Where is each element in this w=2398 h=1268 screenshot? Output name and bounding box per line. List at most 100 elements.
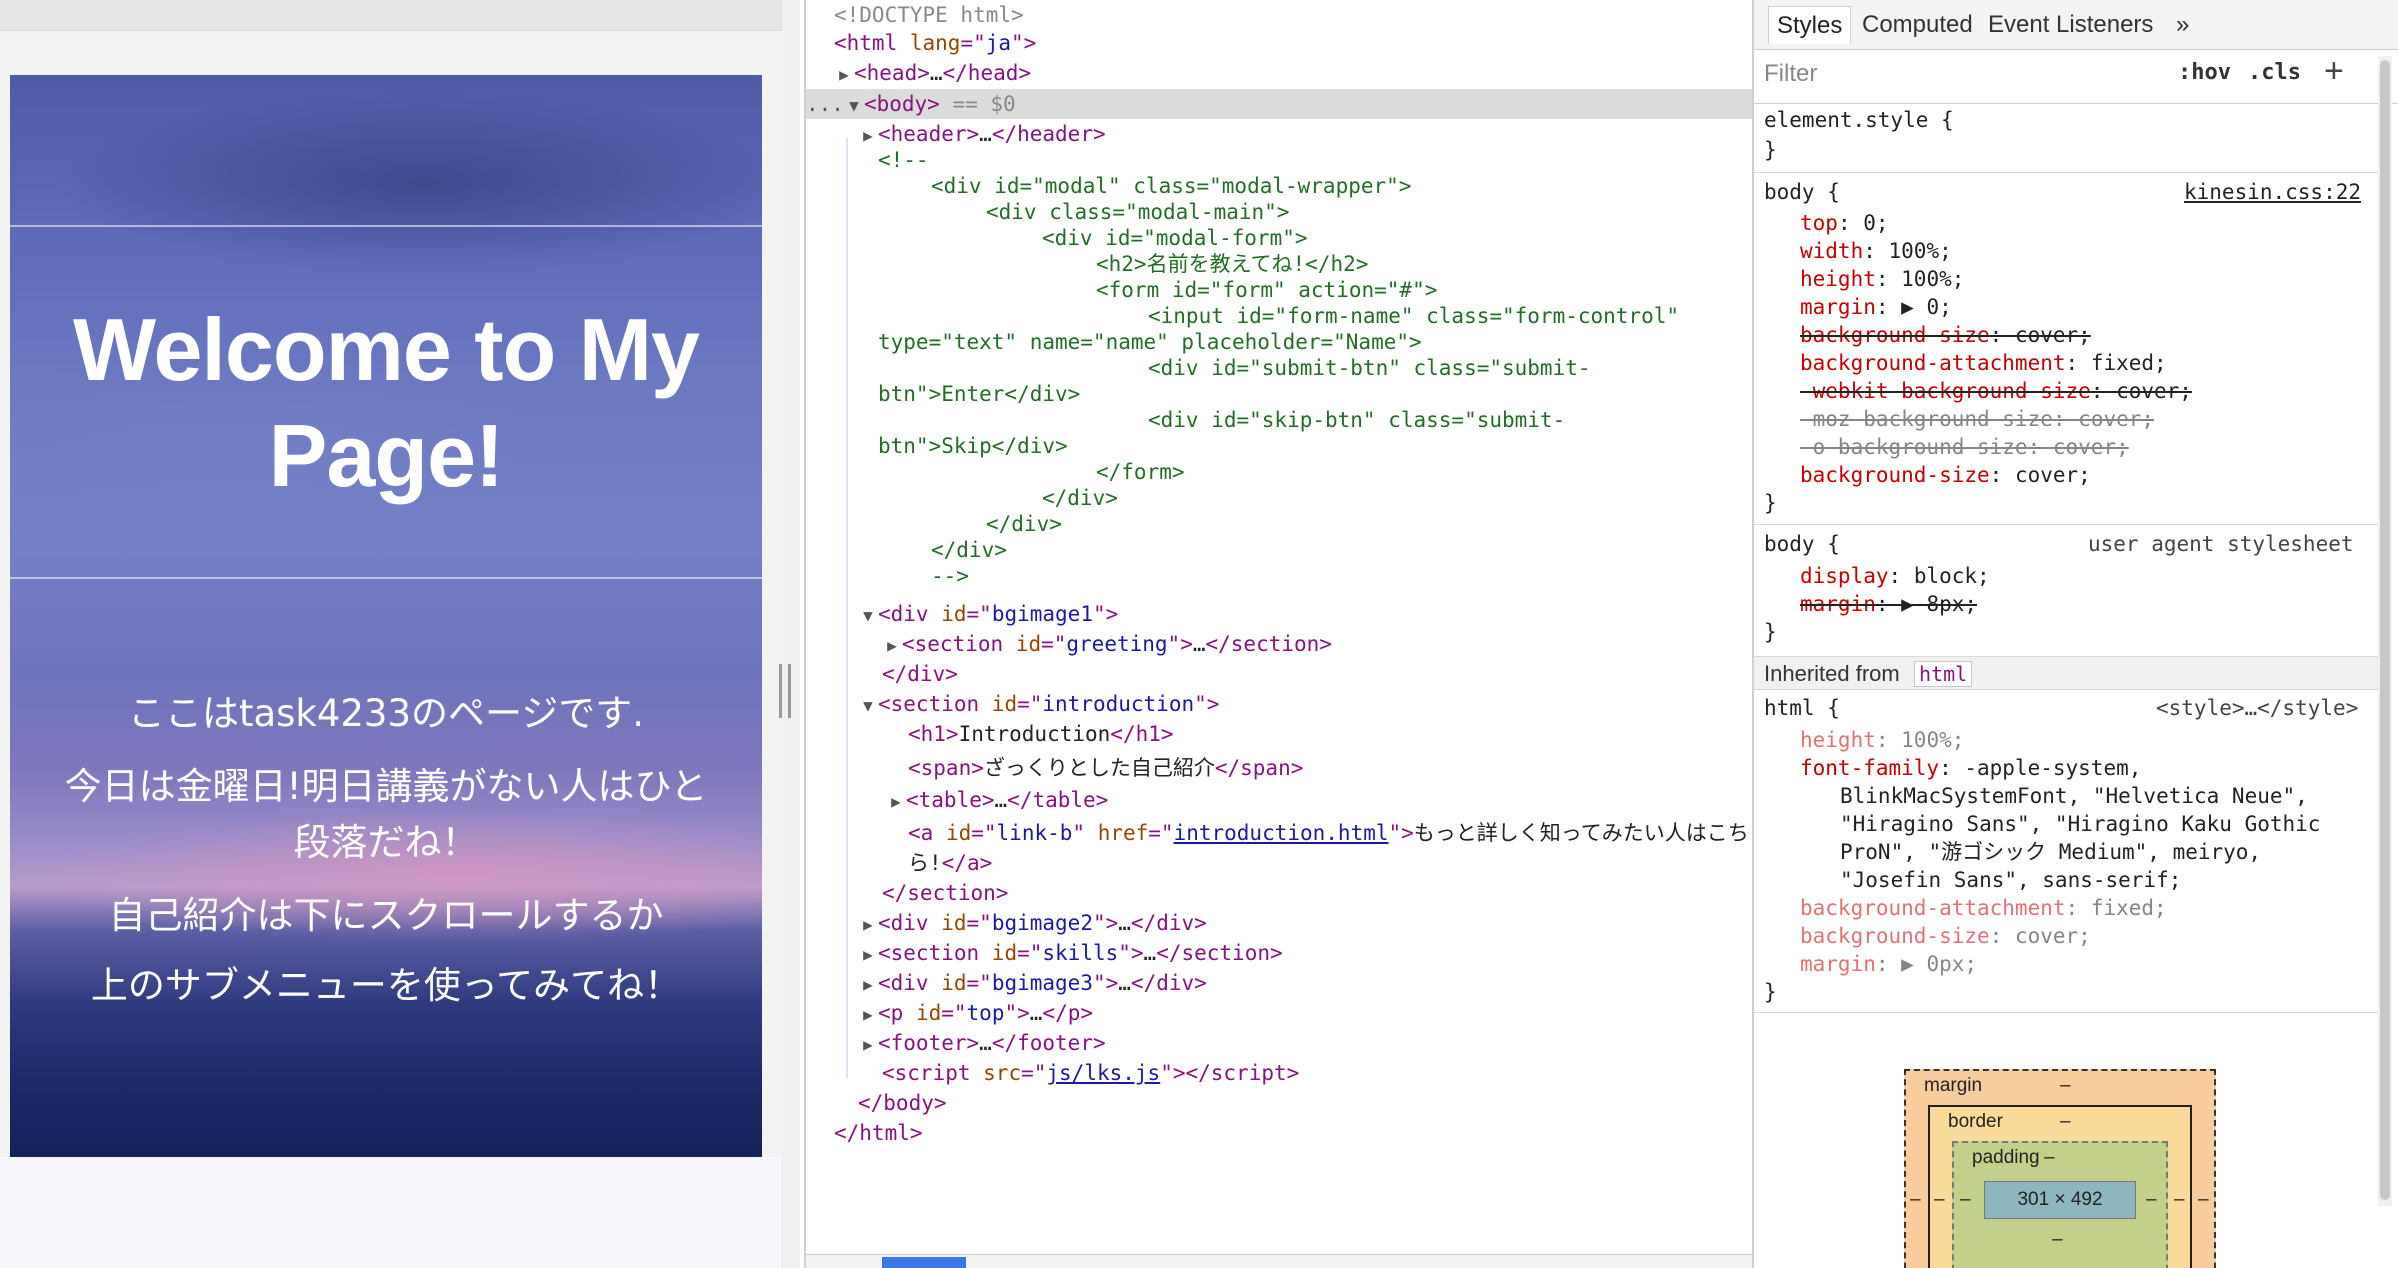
html-comment-line[interactable]: <h2>名前を教えてね!</h2> — [1096, 251, 1368, 277]
element-style-selector[interactable]: element.style { — [1764, 106, 1954, 134]
css-property[interactable]: background-size: cover; — [1800, 461, 2091, 489]
dom-node-html-close[interactable]: </html> — [834, 1118, 923, 1148]
html-comment-line[interactable]: <div id="modal" class="modal-wrapper"> — [931, 173, 1411, 199]
dom-node-script[interactable]: <script src="js/lks.js"></script> — [882, 1058, 1299, 1088]
dom-node-body-close[interactable]: </body> — [858, 1088, 947, 1118]
link-href[interactable]: introduction.html — [1174, 821, 1389, 845]
html-comment-line[interactable]: <div id="skip-btn" class="submit- — [1148, 407, 1565, 433]
dom-node-footer[interactable]: ▶ <footer>…</footer> — [858, 1028, 1105, 1060]
dom-node-section-skills[interactable]: ▶ <section id="skills">…</section> — [858, 938, 1282, 970]
css-property-overridden[interactable]: -webkit-background-size: cover; — [1800, 377, 2192, 405]
box-model-border-left-value[interactable]: – — [1934, 1189, 1945, 1211]
box-model-padding-right-value[interactable]: – — [2146, 1189, 2157, 1211]
html-comment-line[interactable]: --> — [931, 563, 969, 589]
tab-event-listeners[interactable]: Event Listeners — [1980, 6, 2161, 44]
dom-node-header[interactable]: ▶ <header>…</header> — [858, 119, 1105, 151]
box-model-padding-bottom-value[interactable]: – — [2052, 1229, 2063, 1251]
css-property-inherited-inactive[interactable]: height: 100%; — [1800, 726, 1964, 754]
rule-selector[interactable]: body { — [1764, 178, 1840, 206]
css-property-overridden[interactable]: margin: ▶ 8px; — [1800, 590, 1977, 618]
css-property-invalid[interactable]: -o-background-size: cover; — [1800, 433, 2129, 461]
box-model-border-top-value[interactable]: – — [2060, 1111, 2071, 1133]
expand-triangle-icon[interactable]: ▶ — [858, 970, 878, 1000]
html-comment-line[interactable]: type="text" name="name" placeholder="Nam… — [878, 329, 1422, 355]
css-property-invalid[interactable]: -moz-background-size: cover; — [1800, 405, 2154, 433]
dom-node-head[interactable]: ▶ <head>…</head> — [834, 58, 1031, 88]
dom-node-p-top[interactable]: ▶ <p id="top">…</p> — [858, 998, 1093, 1028]
html-comment-line[interactable]: <div class="modal-main"> — [986, 199, 1289, 225]
html-comment-line[interactable]: btn">Skip</div> — [878, 433, 1068, 459]
dom-node-div-close[interactable]: </div> — [882, 659, 958, 689]
html-comment-line[interactable]: <input id="form-name" class="form-contro… — [1148, 303, 1679, 329]
rule-source-link[interactable]: kinesin.css:22 — [2184, 178, 2361, 206]
html-comment-line[interactable]: <!-- — [878, 147, 929, 173]
html-comment-line[interactable]: </form> — [1096, 459, 1185, 485]
collapse-triangle-icon[interactable]: ▼ — [844, 91, 864, 121]
expand-triangle-icon[interactable]: ▶ — [858, 940, 878, 970]
dom-node-bgimage2[interactable]: ▶ <div id="bgimage2">…</div> — [858, 908, 1207, 938]
css-property[interactable]: font-family: -apple-system, — [1800, 754, 2141, 782]
dom-node-span[interactable]: <span>ざっくりとした自己紹介</span> — [908, 753, 1303, 783]
css-property-inherited-inactive[interactable]: margin: ▶ 0px; — [1800, 950, 1977, 978]
expand-triangle-icon[interactable]: ▶ — [834, 60, 854, 90]
dom-node-h1[interactable]: <h1>Introduction</h1> — [908, 719, 1174, 749]
html-comment-line[interactable]: </div> — [1042, 485, 1118, 511]
html-comment-line[interactable]: </div> — [986, 511, 1062, 537]
overflow-chevron-icon[interactable]: » — [2168, 6, 2197, 44]
html-comment-line[interactable]: <form id="form" action="#"> — [1096, 277, 1437, 303]
filter-input[interactable]: Filter — [1764, 60, 1817, 88]
expand-triangle-icon[interactable]: ▶ — [858, 1000, 878, 1030]
rule-selector[interactable]: body { — [1764, 530, 1840, 558]
css-property[interactable]: height: 100%; — [1800, 265, 1964, 293]
class-toggle[interactable]: .cls — [2248, 60, 2301, 85]
dom-node-section-greeting[interactable]: ▶ <section id="greeting">…</section> — [882, 629, 1332, 659]
inherited-element-link[interactable]: html — [1914, 661, 1973, 687]
css-property[interactable]: background-attachment: fixed; — [1800, 349, 2167, 377]
styles-scrollbar-thumb[interactable] — [2380, 60, 2390, 1200]
dom-node-body-selected[interactable]: ... ▼ <body> == $0 — [806, 89, 1752, 119]
expand-triangle-icon[interactable]: ▶ — [886, 787, 906, 817]
dom-node-bgimage3[interactable]: ▶ <div id="bgimage3">…</div> — [858, 968, 1207, 998]
breadcrumb-active[interactable] — [882, 1257, 966, 1268]
html-comment-line[interactable]: <div id="modal-form"> — [1042, 225, 1308, 251]
dom-node-table[interactable]: ▶ <table>…</table> — [886, 785, 1108, 815]
expand-triangle-icon[interactable]: ▶ — [858, 1030, 878, 1060]
hover-state-toggle[interactable]: :hov — [2178, 60, 2231, 85]
box-model-margin-right-value[interactable]: – — [2198, 1189, 2209, 1211]
expand-triangle-icon[interactable]: ▶ — [858, 121, 878, 151]
box-model-margin-top-value[interactable]: – — [2060, 1075, 2071, 1097]
rule-selector[interactable]: html { — [1764, 694, 1840, 722]
html-comment-line[interactable]: </div> — [931, 537, 1007, 563]
box-model-padding-top-value[interactable]: – — [2044, 1147, 2055, 1169]
css-property-inherited-inactive[interactable]: background-attachment: fixed; — [1800, 894, 2167, 922]
box-model-content[interactable]: 301 × 492 — [1984, 1181, 2136, 1219]
collapse-triangle-icon[interactable]: ▼ — [858, 601, 878, 631]
dom-node-section-introduction[interactable]: ▼ <section id="introduction"> — [858, 689, 1219, 719]
box-model-margin-left-value[interactable]: – — [1910, 1189, 1921, 1211]
dom-node-link-cont[interactable]: ら!</a> — [908, 848, 992, 878]
panel-splitter[interactable] — [781, 31, 800, 1268]
preview-scrollbar[interactable] — [781, 0, 800, 31]
dom-node-section-close[interactable]: </section> — [882, 878, 1008, 908]
expand-triangle-icon[interactable]: ▶ — [882, 631, 902, 661]
css-property-overridden[interactable]: background-size: cover; — [1800, 321, 2091, 349]
tab-styles[interactable]: Styles — [1768, 6, 1852, 44]
box-model-border-right-value[interactable]: – — [2174, 1189, 2185, 1211]
css-property-inherited-inactive[interactable]: background-size: cover; — [1800, 922, 2091, 950]
dom-node-bgimage1[interactable]: ▼ <div id="bgimage1"> — [858, 599, 1118, 629]
css-property[interactable]: display: block; — [1800, 562, 1990, 590]
css-property[interactable]: top: 0; — [1800, 209, 1889, 237]
html-comment-line[interactable]: btn">Enter</div> — [878, 381, 1080, 407]
rule-source-label[interactable]: <style>…</style> — [2156, 694, 2358, 722]
dom-node-link[interactable]: <a id="link-b" href="introduction.html">… — [908, 818, 1749, 848]
css-property[interactable]: width: 100%; — [1800, 237, 1952, 265]
add-rule-icon[interactable]: + — [2324, 52, 2344, 91]
dom-node-html[interactable]: <html lang="ja"> — [834, 28, 1036, 58]
dom-node-doctype[interactable]: <!DOCTYPE html> — [834, 0, 1024, 30]
tab-computed[interactable]: Computed — [1854, 6, 1981, 44]
collapse-triangle-icon[interactable]: ▼ — [858, 691, 878, 721]
html-comment-line[interactable]: <div id="submit-btn" class="submit- — [1148, 355, 1591, 381]
box-model-padding-left-value[interactable]: – — [1960, 1189, 1971, 1211]
splitter-grip-icon[interactable] — [779, 664, 791, 718]
expand-triangle-icon[interactable]: ▶ — [858, 910, 878, 940]
